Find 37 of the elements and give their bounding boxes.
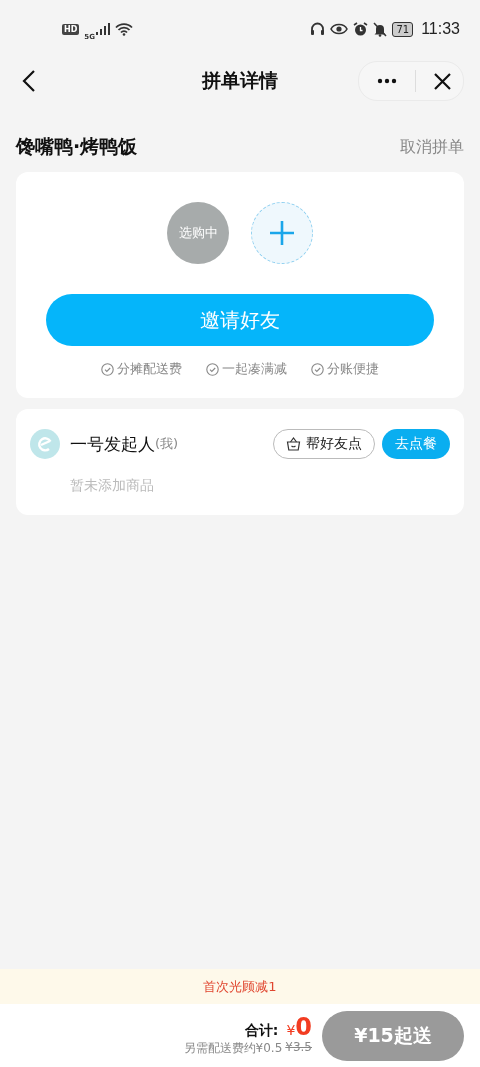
eye-icon [330,23,349,35]
currency-symbol: ¥ [286,1022,296,1038]
hd-badge: HD [62,23,80,35]
back-icon[interactable] [22,69,36,93]
total-label: 合计: [244,1022,279,1040]
avatar-icon [30,429,60,459]
headphones-icon [310,22,326,36]
battery-indicator: 71 [392,21,414,37]
alarm-icon [353,21,369,37]
basket-icon [286,437,301,451]
more-icon[interactable] [377,78,397,84]
cancel-link[interactable]: 取消拼单 [400,136,464,158]
delivery-fee: 另需配送费约¥0.5 [183,1040,283,1057]
plus-icon [270,221,294,245]
order-button[interactable]: 去点餐 [382,429,450,459]
help-order-button[interactable]: 帮好友点 [273,429,375,459]
benefit-label: 分账便捷 [327,360,379,378]
original-fee: ¥3.5 [285,1040,312,1056]
check-circle-icon [311,362,324,376]
signal-icon [95,23,110,35]
empty-message: 暂未添加商品 [70,477,155,495]
self-tag: (我) [155,435,179,453]
status-time: 11:33 [421,20,460,38]
total-amount: 0 [295,1014,312,1040]
close-icon[interactable] [434,72,451,90]
check-circle-icon [206,362,219,376]
page-title: 拼单详情 [202,68,278,93]
benefit-label: 分摊配送费 [117,360,182,378]
participant-name: 一号发起人 [70,432,155,456]
check-circle-icon [101,362,114,376]
invite-button[interactable]: 邀请好友 [46,294,434,346]
store-name: 馋嘴鸭·烤鸭饭 [16,134,138,159]
promo-text: 首次光顾减1 [203,977,277,996]
wifi-icon [114,22,133,36]
member-avatar: 选购中 [167,202,229,264]
benefit-label: 一起凑满减 [222,360,287,378]
mute-bell-icon [373,21,388,37]
